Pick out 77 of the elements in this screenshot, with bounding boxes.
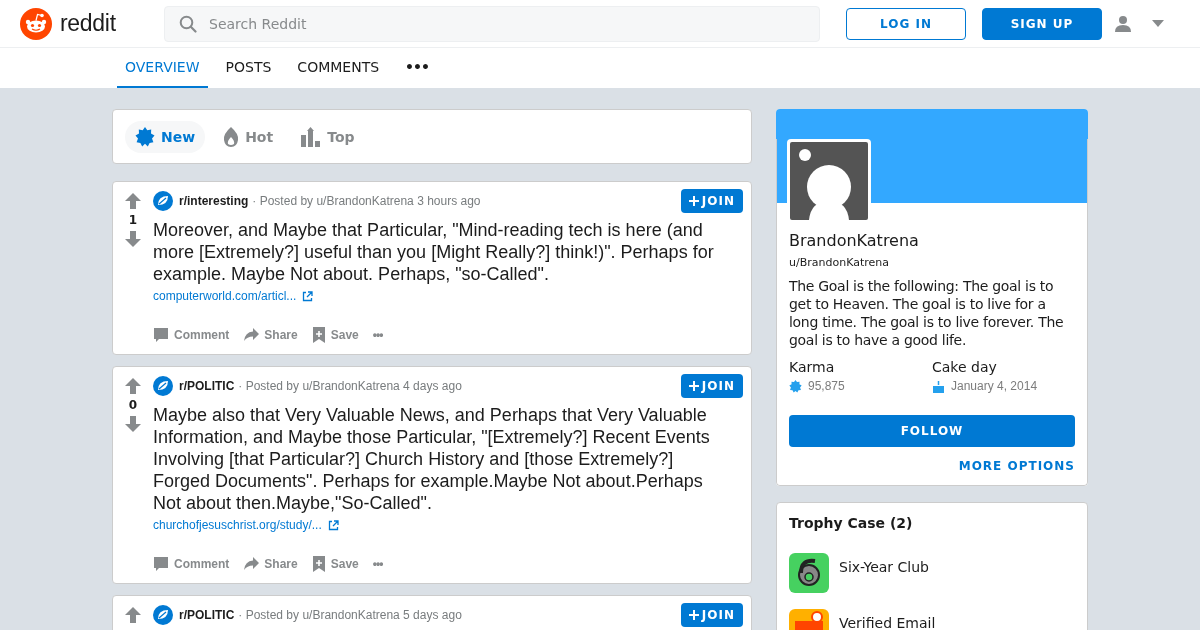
comment-icon [153, 556, 169, 572]
vote-count: 0 [128, 398, 138, 412]
sort-button[interactable]: Hot [213, 120, 284, 153]
bar-chart-icon [301, 126, 322, 147]
trophy-name: Six-Year Club [839, 559, 929, 575]
external-link-icon[interactable] [302, 290, 314, 302]
bookmark-icon [311, 327, 326, 343]
more-button[interactable]: ••• [397, 48, 437, 88]
post-meta: · Posted by u/BrandonKatrena 5 days ago [238, 608, 462, 622]
comment-button[interactable]: Comment [153, 552, 234, 576]
external-link-icon[interactable] [327, 519, 339, 531]
post-link[interactable]: computerworld.com/articl... [153, 289, 297, 303]
join-button[interactable]: JOIN [680, 603, 743, 627]
cake-day-label: Cake day [932, 359, 998, 375]
karma-value: 95,875 [808, 379, 845, 393]
sort-button[interactable]: New [125, 120, 206, 153]
post-meta: · Posted by u/BrandonKatrena 4 days ago [238, 379, 462, 393]
trophy-name: Verified Email [839, 615, 936, 630]
bookmark-icon [311, 556, 326, 572]
plus-icon [688, 196, 699, 206]
profile-name: BrandonKatrena [789, 231, 920, 250]
share-icon [243, 327, 260, 343]
upvote-icon[interactable] [125, 193, 141, 209]
alien-logo-icon[interactable] [20, 7, 52, 40]
post-meta: · Posted by u/BrandonKatrena 3 hours ago [252, 194, 481, 208]
trophy-case-title: Trophy Case (2) [789, 515, 914, 531]
downvote-icon[interactable] [125, 231, 141, 247]
subreddit-icon [153, 191, 173, 211]
post-link[interactable]: churchofjesuschrist.org/study/... [153, 518, 322, 532]
upvote-icon[interactable] [125, 607, 141, 623]
subreddit-icon [153, 376, 173, 396]
save-button[interactable]: Save [311, 323, 363, 347]
karma-label: Karma [789, 359, 836, 375]
profile-bio: The Goal is the following: The goal is to get to Heaven. The goal is to live for a long time. The goal is to live forever. The goal is to have a good life. [789, 277, 1065, 349]
comment-button[interactable]: Comment [153, 323, 234, 347]
more-button[interactable]: ••• [372, 324, 387, 346]
cake-day-value: January 4, 2014 [951, 379, 1038, 393]
plus-icon [688, 610, 699, 620]
share-button[interactable]: Share [243, 323, 302, 347]
comment-icon [153, 327, 169, 343]
upvote-icon[interactable] [125, 378, 141, 394]
logo-wordmark[interactable]: reddit [60, 10, 116, 37]
plus-icon [688, 381, 699, 391]
cake-icon [932, 379, 945, 393]
join-button[interactable]: JOIN [680, 374, 743, 398]
nav-tab[interactable]: POSTS [217, 48, 280, 88]
follow-button[interactable]: FOLLOW [789, 415, 1075, 447]
subreddit-link[interactable]: r/POLITIC [179, 608, 235, 622]
profile-handle: u/BrandonKatrena [789, 256, 890, 269]
subreddit-link[interactable]: r/POLITIC [179, 379, 235, 393]
save-button[interactable]: Save [311, 552, 363, 576]
avatar-icon [787, 139, 871, 223]
nav-tab[interactable]: COMMENTS [289, 48, 388, 88]
user-icon[interactable] [1114, 14, 1132, 33]
search-icon [179, 14, 197, 33]
badge-icon [135, 126, 155, 147]
join-button[interactable]: JOIN [680, 189, 743, 213]
trophy-icon [789, 553, 829, 593]
signup-button[interactable]: SIGN UP [982, 7, 1102, 40]
downvote-icon[interactable] [125, 416, 141, 432]
subreddit-link[interactable]: r/interesting [179, 194, 249, 208]
more-options-button[interactable]: MORE OPTIONS [958, 459, 1075, 473]
share-icon [243, 556, 260, 572]
vote-count: 1 [128, 213, 138, 227]
caret-icon[interactable] [1152, 20, 1164, 27]
flame-icon [223, 126, 240, 147]
sort-button[interactable]: Top [291, 120, 365, 153]
more-button[interactable]: ••• [372, 553, 387, 575]
search-input[interactable]: Search Reddit [207, 14, 805, 33]
search-field[interactable]: Search Reddit [164, 5, 820, 42]
share-button[interactable]: Share [243, 552, 302, 576]
nav-tab[interactable]: OVERVIEW [117, 48, 208, 88]
karma-icon [789, 379, 802, 393]
login-button[interactable]: LOG IN [846, 7, 966, 40]
post-title[interactable]: Maybe also that Very Valuable News, and Perhaps that Very Valuable Information, and Maybe those Particular, "[Extremely?] Recent Events Involving [that Particular?] Church History and [those Extremely?] Forged Documents". Perhaps for example.Maybe Not about.Perhaps Not about then.Maybe,"So-Called". [153, 404, 743, 514]
subreddit-icon [153, 605, 173, 625]
post-title[interactable]: Moreover, and Maybe that Particular, "Mind-reading tech is here (and more [Extremely?] useful than you [Might Really?] think!)". Perhaps for example. Maybe Not about. Perhaps, "so-Called". [153, 219, 743, 285]
